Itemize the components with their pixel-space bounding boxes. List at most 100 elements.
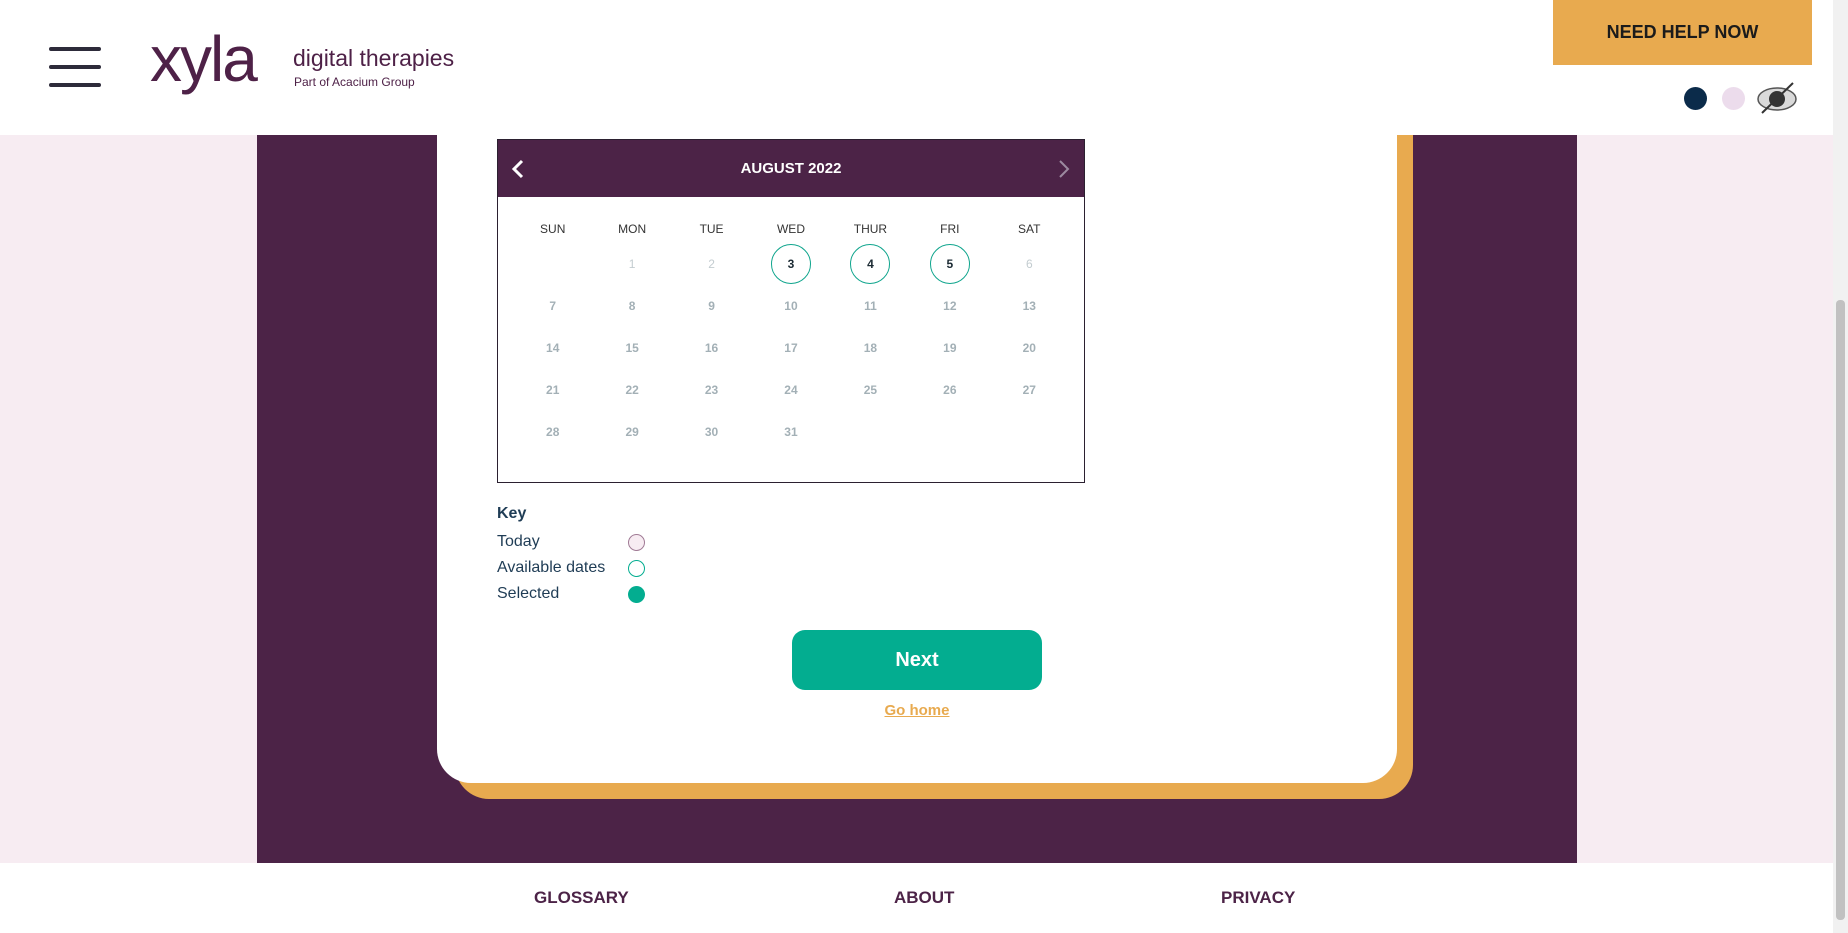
calendar-day: 16 — [672, 327, 751, 369]
calendar-day-number: 23 — [704, 383, 719, 397]
weekday-header: THUR — [853, 222, 888, 236]
footer-about-link[interactable]: ABOUT — [894, 888, 954, 908]
calendar-day-number: 19 — [943, 341, 957, 355]
calendar-day-number: 18 — [863, 341, 878, 355]
weekday-header: SAT — [1018, 222, 1041, 236]
calendar-day-number: 30 — [704, 425, 719, 439]
key-available-label: Available dates — [497, 559, 606, 576]
calendar-day-number: 7 — [549, 299, 557, 313]
prev-month-button[interactable] — [498, 140, 538, 197]
calendar-day-number: 27 — [1022, 383, 1036, 397]
key-selected: Selected — [497, 581, 645, 607]
logo-word: xyla — [150, 23, 258, 95]
logo-subtitle: Part of Acacium Group — [294, 75, 415, 89]
footer-privacy-link[interactable]: PRIVACY — [1221, 888, 1295, 908]
site-footer: GLOSSARY ABOUT PRIVACY — [0, 863, 1833, 933]
chevron-right-icon — [1059, 159, 1070, 178]
calendar-day: 15 — [592, 327, 671, 369]
calendar-day-number: 25 — [863, 383, 878, 397]
calendar-header: AUGUST 2022 — [498, 140, 1084, 197]
chevron-left-icon — [511, 159, 524, 178]
scrollbar[interactable] — [1833, 0, 1848, 933]
calendar-day-number: 22 — [625, 383, 639, 397]
calendar-day-number: 16 — [704, 341, 719, 355]
calendar-day: 20 — [990, 327, 1069, 369]
calendar-day-number: 21 — [546, 383, 560, 397]
calendar-day: 23 — [672, 369, 751, 411]
calendar-month-label: AUGUST 2022 — [740, 160, 842, 177]
calendar-day-available[interactable]: 5 — [910, 243, 989, 285]
calendar-day: 31 — [751, 411, 830, 453]
booking-card: AUGUST 2022 SUN MON TUE WED THUR FRI SAT 1 2 3 4 5 6… — [437, 135, 1397, 783]
calendar-day: 30 — [672, 411, 751, 453]
weekday-header: SUN — [540, 222, 566, 236]
theme-dark-blue-button[interactable] — [1684, 87, 1707, 110]
calendar-day: 1 — [592, 243, 671, 285]
need-help-button[interactable]: NEED HELP NOW — [1553, 0, 1812, 65]
key-today-label: Today — [497, 533, 540, 550]
today-marker-icon — [628, 533, 645, 551]
calendar-day: 14 — [513, 327, 592, 369]
calendar-grid: SUN MON TUE WED THUR FRI SAT 1 2 3 4 5 6 7 8 9 10 11 12 13 1… — [498, 197, 1084, 453]
calendar-day-number: 20 — [1022, 341, 1036, 355]
calendar-day: 12 — [910, 285, 989, 327]
calendar-day: 28 — [513, 411, 592, 453]
calendar-day-number: 3 — [770, 244, 811, 284]
next-button[interactable]: Next — [792, 630, 1042, 690]
calendar-day: 10 — [751, 285, 830, 327]
calendar-day: 8 — [592, 285, 671, 327]
weekday-header: MON — [618, 222, 647, 236]
calendar-blank — [513, 243, 592, 285]
next-month-button[interactable] — [1044, 140, 1084, 197]
calendar-day: 26 — [910, 369, 989, 411]
eye-slash-icon[interactable] — [1757, 80, 1799, 116]
calendar-day-number: 4 — [850, 244, 891, 284]
menu-icon[interactable] — [49, 47, 101, 87]
calendar-day-number: 8 — [628, 299, 636, 313]
key-today: Today — [497, 529, 645, 555]
logo-tagline: digital therapies — [293, 45, 455, 71]
calendar-day-number: 12 — [943, 299, 957, 313]
calendar-day-number: 31 — [784, 425, 798, 439]
calendar-day-number: 13 — [1022, 299, 1036, 313]
calendar-day: 2 — [672, 243, 751, 285]
calendar-day: 22 — [592, 369, 671, 411]
calendar-day-number: 17 — [784, 341, 798, 355]
calendar: AUGUST 2022 SUN MON TUE WED THUR FRI SAT 1 2 3 4 5 6… — [497, 139, 1085, 483]
calendar-day-number: 26 — [943, 383, 957, 397]
calendar-day-available[interactable]: 4 — [831, 243, 910, 285]
calendar-day-number: 6 — [1025, 257, 1033, 271]
calendar-day-number: 5 — [929, 244, 970, 284]
key-title: Key — [497, 505, 527, 522]
calendar-day: 24 — [751, 369, 830, 411]
calendar-day-number: 15 — [625, 341, 639, 355]
calendar-day-number: 28 — [546, 425, 560, 439]
weekday-header: TUE — [699, 222, 724, 236]
scrollbar-thumb[interactable] — [1836, 300, 1845, 920]
calendar-day: 11 — [831, 285, 910, 327]
go-home-link[interactable]: Go home — [792, 702, 1042, 719]
theme-pink-button[interactable] — [1722, 87, 1745, 110]
calendar-day: 13 — [990, 285, 1069, 327]
calendar-day: 29 — [592, 411, 671, 453]
calendar-day-available[interactable]: 3 — [751, 243, 830, 285]
calendar-day-number: 1 — [628, 257, 636, 271]
calendar-day-number: 9 — [708, 299, 715, 313]
calendar-day: 17 — [751, 327, 830, 369]
calendar-day: 18 — [831, 327, 910, 369]
weekday-header: WED — [776, 222, 805, 236]
key-selected-label: Selected — [497, 585, 560, 602]
calendar-day: 19 — [910, 327, 989, 369]
calendar-day-number: 24 — [784, 383, 798, 397]
calendar-day-number: 10 — [784, 299, 798, 313]
calendar-day-number: 2 — [708, 257, 715, 271]
calendar-day: 6 — [990, 243, 1069, 285]
key-available: Available dates — [497, 555, 645, 581]
calendar-day-number: 11 — [864, 299, 877, 313]
calendar-day-number: 14 — [546, 341, 560, 355]
weekday-header: FRI — [940, 222, 960, 236]
calendar-day: 7 — [513, 285, 592, 327]
footer-glossary-link[interactable]: GLOSSARY — [534, 888, 629, 908]
calendar-day: 27 — [990, 369, 1069, 411]
calendar-key: Key Today Available dates Selected — [497, 505, 645, 607]
